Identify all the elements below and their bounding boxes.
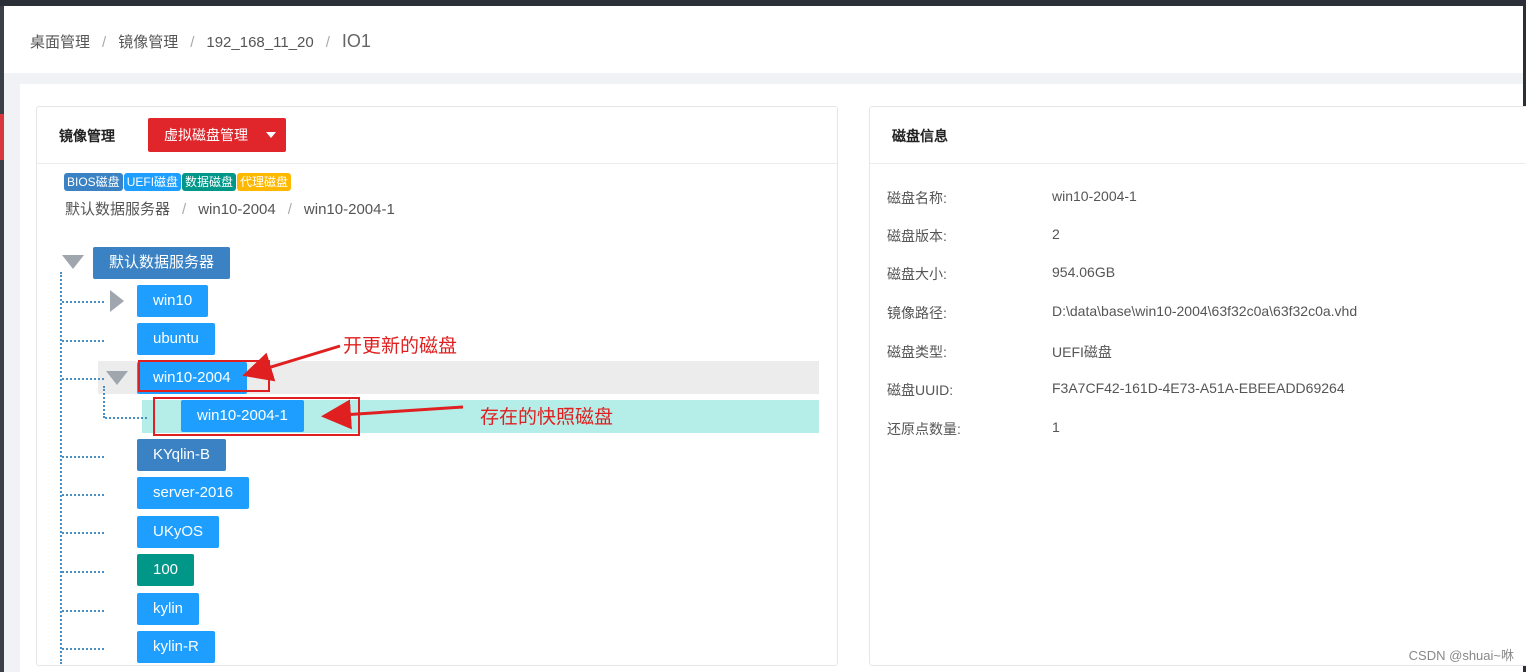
info-label: 磁盘版本: [887, 228, 947, 244]
info-value: 2 [1052, 226, 1060, 242]
panel-header: 磁盘信息 [870, 107, 1526, 164]
info-label: 磁盘名称: [887, 190, 947, 206]
info-value: win10-2004-1 [1052, 188, 1137, 204]
info-label: 还原点数量: [887, 421, 961, 437]
info-value: 1 [1052, 419, 1060, 435]
info-label: 磁盘类型: [887, 344, 947, 360]
info-value: UEFI磁盘 [1052, 344, 1112, 360]
annotation-snapshot-disk: 存在的快照磁盘 [480, 407, 614, 428]
info-value: 954.06GB [1052, 264, 1116, 280]
info-value: F3A7CF42-161D-4E73-A51A-EBEEADD69264 [1052, 380, 1345, 396]
watermark: CSDN @shuai~咻 [1408, 648, 1514, 663]
info-label: 磁盘大小: [887, 266, 947, 282]
arrow-to-snapshot-disk [321, 399, 464, 430]
arrow-to-updated-disk [242, 344, 341, 382]
info-label: 镜像路径: [887, 305, 947, 321]
panel-title: 磁盘信息 [892, 128, 948, 144]
info-label: 磁盘UUID: [887, 382, 954, 398]
annotation-updated-disk: 开更新的磁盘 [343, 336, 458, 357]
info-value: D:\data\base\win10-2004\63f32c0a\63f32c0… [1052, 303, 1358, 319]
